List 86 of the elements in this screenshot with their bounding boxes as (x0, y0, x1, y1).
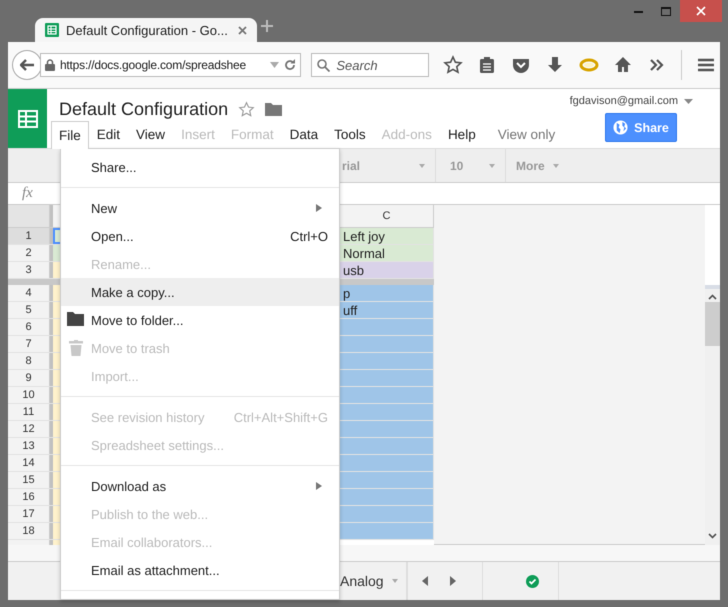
close-icon (696, 6, 706, 16)
row-number[interactable]: 17 (8, 506, 50, 522)
menu-item[interactable]: Tools (326, 121, 374, 147)
table-cell[interactable] (340, 353, 434, 369)
url-text: https://docs.google.com/spreadshee (60, 58, 247, 72)
submenu-arrow-icon (316, 204, 322, 212)
menu-item[interactable]: Download as (61, 472, 339, 500)
table-cell[interactable] (340, 472, 434, 488)
address-field[interactable]: https://docs.google.com/spreadshee (40, 53, 302, 77)
back-button[interactable] (12, 50, 42, 80)
row-number[interactable]: 1 (8, 228, 50, 244)
table-cell[interactable]: p (340, 285, 434, 301)
row-number[interactable]: 12 (8, 421, 50, 437)
row-number[interactable]: 6 (8, 319, 50, 335)
row-number[interactable]: 18 (8, 523, 50, 539)
menu-item[interactable]: Data (282, 121, 326, 147)
table-cell[interactable] (340, 489, 434, 505)
star-icon[interactable] (443, 55, 464, 75)
row-number[interactable]: 2 (8, 245, 50, 261)
close-icon[interactable] (238, 26, 247, 34)
table-cell[interactable] (340, 404, 434, 420)
browser-tab[interactable]: Default Configuration - Go... (35, 18, 257, 42)
left-arrow-icon[interactable] (422, 576, 428, 586)
close-button[interactable] (680, 0, 722, 22)
formula-label: fx (22, 185, 33, 202)
right-arrow-icon[interactable] (450, 576, 456, 586)
row-number[interactable]: 16 (8, 489, 50, 505)
row-number[interactable]: 4 (8, 285, 50, 301)
row-number[interactable]: 15 (8, 472, 50, 488)
star-icon[interactable] (238, 100, 256, 118)
row-number[interactable]: 11 (8, 404, 50, 420)
row-number[interactable]: 3 (8, 262, 50, 278)
trash-icon (69, 340, 83, 356)
sheets-logo[interactable] (8, 89, 47, 148)
row-number[interactable]: 14 (8, 455, 50, 471)
search-icon (317, 59, 330, 72)
lock-icon (44, 59, 55, 71)
row-number[interactable]: 8 (8, 353, 50, 369)
dropdown-icon[interactable] (270, 62, 280, 68)
scrollbar-thumb[interactable] (705, 302, 720, 346)
menu-item[interactable]: Help (440, 121, 484, 147)
document-title[interactable]: Default Configuration (59, 98, 228, 120)
check-icon (526, 574, 540, 588)
sheets-grid-icon (18, 110, 38, 128)
table-cell[interactable] (340, 319, 434, 335)
maximize-icon (661, 6, 671, 16)
spreadsheet-icon (45, 23, 59, 37)
table-cell[interactable] (340, 370, 434, 386)
row-number[interactable]: 5 (8, 302, 50, 318)
corner-cell[interactable] (8, 205, 50, 227)
tab-title: Default Configuration - Go... (66, 22, 229, 38)
row-number[interactable]: 13 (8, 438, 50, 454)
menu-item[interactable]: Edit (88, 121, 128, 147)
table-cell[interactable]: Left joy (340, 228, 434, 244)
search-field[interactable]: Search (311, 53, 430, 77)
caret-icon[interactable] (684, 98, 693, 104)
table-cell[interactable] (340, 523, 434, 539)
table-cell[interactable] (340, 455, 434, 471)
home-icon[interactable] (613, 55, 634, 75)
table-cell[interactable]: uff (340, 302, 434, 318)
account-email[interactable]: fgdavison@gmail.com (570, 95, 678, 107)
row-number[interactable]: 9 (8, 370, 50, 386)
menu-item[interactable]: Open... Ctrl+O (61, 222, 339, 250)
reload-icon[interactable] (284, 59, 296, 71)
menu-item[interactable]: View (128, 121, 174, 147)
submenu-arrow-icon (316, 482, 322, 490)
back-arrow-icon (20, 59, 34, 71)
menu-item[interactable]: New (61, 194, 339, 222)
table-cell[interactable] (340, 438, 434, 454)
table-cell[interactable] (340, 421, 434, 437)
folder-icon[interactable] (265, 102, 282, 116)
table-cell[interactable] (340, 387, 434, 403)
table-cell[interactable] (340, 336, 434, 352)
row-number[interactable]: 10 (8, 387, 50, 403)
new-tab-icon[interactable] (261, 20, 273, 32)
table-cell[interactable]: Normal (340, 245, 434, 261)
menu-item[interactable]: File (51, 121, 89, 149)
minimize-icon (634, 10, 642, 12)
folder-icon (67, 312, 84, 326)
menu-item[interactable]: Move to folder... (61, 306, 339, 334)
row-number[interactable]: 7 (8, 336, 50, 352)
table-cell[interactable]: usb (340, 262, 434, 278)
globe-icon (613, 120, 628, 135)
menu-item[interactable]: Make a copy... (61, 278, 339, 306)
table-cell[interactable] (340, 506, 434, 522)
view-only-label: View only (498, 126, 556, 144)
